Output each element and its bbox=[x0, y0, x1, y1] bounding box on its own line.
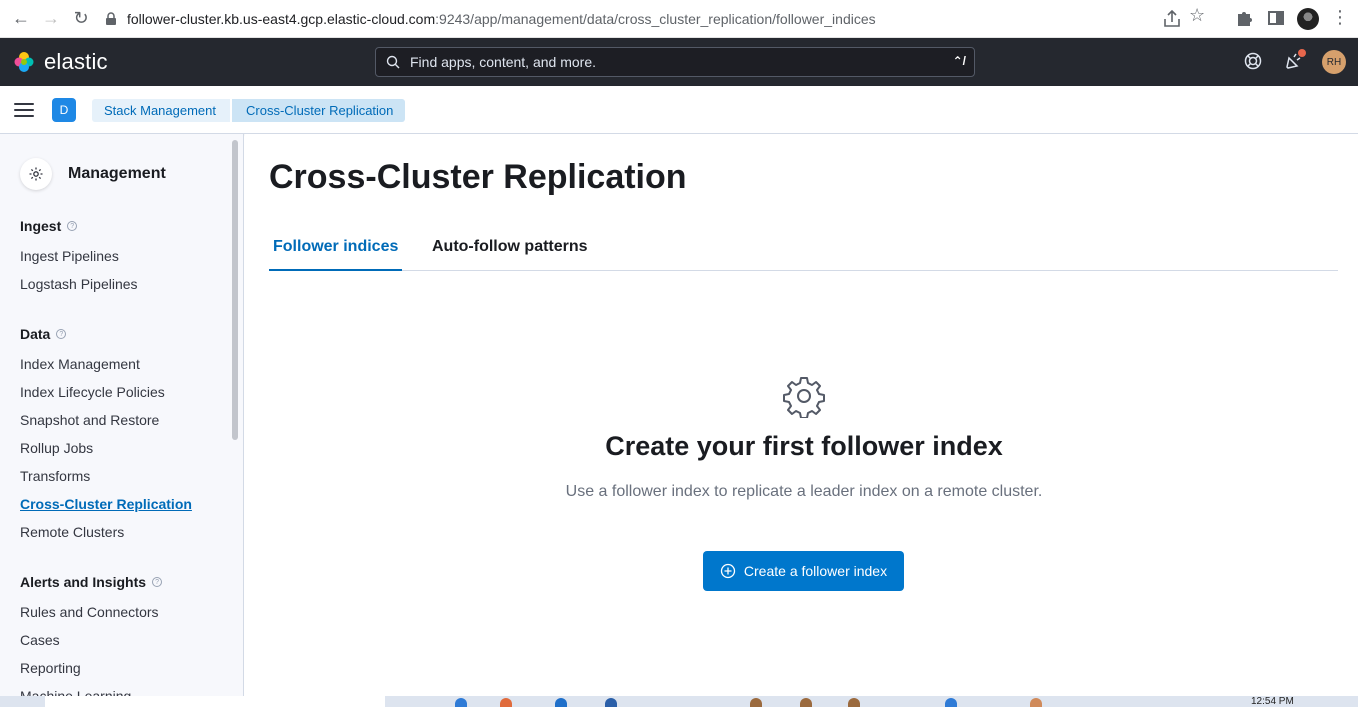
sidebar-item-remote-clusters[interactable]: Remote Clusters bbox=[20, 524, 124, 540]
share-icon[interactable] bbox=[1160, 7, 1184, 31]
taskbar-app-icon[interactable] bbox=[848, 698, 860, 707]
tab-bar: Follower indices Auto-follow patterns bbox=[269, 230, 1338, 271]
taskbar-clock: 12:54 PM bbox=[1251, 696, 1294, 707]
menu-toggle-icon[interactable] bbox=[14, 100, 34, 120]
top-header: elastic ⌃/ RH bbox=[0, 38, 1358, 86]
sidebar-item-index-lifecycle-policies[interactable]: Index Lifecycle Policies bbox=[20, 384, 165, 400]
question-icon: ? bbox=[67, 221, 78, 231]
section-title-data: Data bbox=[20, 326, 51, 342]
bookmark-star-icon[interactable]: ☆ bbox=[1189, 5, 1205, 26]
taskbar-app-icon[interactable] bbox=[455, 698, 467, 707]
forward-icon[interactable]: → bbox=[36, 4, 66, 34]
taskbar-app-icon[interactable] bbox=[1030, 698, 1042, 707]
taskbar-app-icon[interactable] bbox=[800, 698, 812, 707]
search-input[interactable] bbox=[410, 54, 930, 70]
elastic-logo[interactable]: elastic bbox=[12, 49, 108, 75]
tab-auto-follow-patterns[interactable]: Auto-follow patterns bbox=[428, 238, 592, 270]
section-title-alerts: Alerts and Insights bbox=[20, 574, 147, 590]
logo-text: elastic bbox=[44, 49, 108, 74]
extensions-icon[interactable] bbox=[1233, 7, 1255, 29]
plus-in-circle-icon bbox=[720, 563, 736, 579]
sidebar-item-cases[interactable]: Cases bbox=[20, 632, 60, 648]
sidebar-item-rules-and-connectors[interactable]: Rules and Connectors bbox=[20, 604, 159, 620]
gear-icon bbox=[20, 158, 52, 190]
sidebar-header: Management bbox=[20, 158, 166, 190]
sidebar-item-snapshot-and-restore[interactable]: Snapshot and Restore bbox=[20, 412, 159, 428]
browser-menu-icon[interactable]: ⋮ bbox=[1330, 7, 1350, 28]
address-bar[interactable]: follower-cluster.kb.us-east4.gcp.elastic… bbox=[104, 5, 1226, 33]
browser-toolbar: ← → ↻ follower-cluster.kb.us-east4.gcp.e… bbox=[0, 0, 1358, 38]
space-selector[interactable]: D bbox=[52, 98, 76, 122]
taskbar-app-icon[interactable] bbox=[750, 698, 762, 707]
breadcrumb-stack-management[interactable]: Stack Management bbox=[92, 99, 231, 122]
create-follower-index-button[interactable]: Create a follower index bbox=[703, 551, 904, 591]
reload-icon[interactable]: ↻ bbox=[66, 4, 96, 34]
section-data: Data? bbox=[20, 326, 67, 342]
taskbar-app-icon[interactable] bbox=[500, 698, 512, 707]
section-alerts-and-insights: Alerts and Insights? bbox=[20, 574, 163, 590]
browser-profile-avatar[interactable] bbox=[1297, 8, 1319, 30]
sidebar-scrollbar[interactable] bbox=[232, 140, 238, 440]
back-icon[interactable]: ← bbox=[6, 4, 36, 34]
sidebar-item-ingest-pipelines[interactable]: Ingest Pipelines bbox=[20, 248, 119, 264]
sidebar-item-rollup-jobs[interactable]: Rollup Jobs bbox=[20, 440, 93, 456]
taskbar-search[interactable] bbox=[45, 696, 385, 707]
question-icon: ? bbox=[56, 329, 67, 339]
sidebar-item-transforms[interactable]: Transforms bbox=[20, 468, 90, 484]
section-ingest: Ingest? bbox=[20, 218, 78, 234]
lock-icon bbox=[106, 12, 116, 25]
breadcrumb: Stack Management Cross-Cluster Replicati… bbox=[92, 99, 406, 122]
taskbar-app-icon[interactable] bbox=[945, 698, 957, 707]
main-content: Cross-Cluster Replication Follower indic… bbox=[245, 134, 1358, 707]
breadcrumb-bar: D Stack Management Cross-Cluster Replica… bbox=[0, 86, 1358, 134]
taskbar-app-icon[interactable] bbox=[605, 698, 617, 707]
tab-follower-indices[interactable]: Follower indices bbox=[269, 238, 403, 271]
help-icon[interactable] bbox=[1243, 51, 1263, 71]
sidebar-title: Management bbox=[68, 165, 166, 182]
sidebar-item-index-management[interactable]: Index Management bbox=[20, 356, 140, 372]
breadcrumb-current: Cross-Cluster Replication bbox=[232, 99, 406, 122]
empty-state-title: Create your first follower index bbox=[605, 431, 1003, 461]
global-search[interactable]: ⌃/ bbox=[375, 47, 975, 77]
url-host: follower-cluster.kb.us-east4.gcp.elastic… bbox=[127, 11, 436, 27]
sidebar-item-reporting[interactable]: Reporting bbox=[20, 660, 81, 676]
question-icon: ? bbox=[152, 577, 163, 587]
sidebar-item-cross-cluster-replication[interactable]: Cross-Cluster Replication bbox=[20, 496, 192, 512]
os-taskbar: 12:54 PM bbox=[0, 696, 1358, 707]
user-avatar[interactable]: RH bbox=[1322, 50, 1346, 74]
taskbar-app-icon[interactable] bbox=[555, 698, 567, 707]
gear-icon bbox=[783, 377, 825, 418]
create-follower-index-label: Create a follower index bbox=[743, 563, 888, 579]
empty-state-description: Use a follower index to replicate a lead… bbox=[565, 483, 1043, 500]
search-shortcut-hint: ⌃/ bbox=[952, 54, 966, 68]
section-title-ingest: Ingest bbox=[20, 218, 62, 234]
url-path: :9243/app/management/data/cross_cluster_… bbox=[435, 11, 876, 27]
page-title: Cross-Cluster Replication bbox=[269, 158, 687, 196]
side-panel-icon[interactable] bbox=[1265, 7, 1287, 29]
search-icon bbox=[386, 55, 400, 69]
management-sidebar: Management Ingest? Ingest Pipelines Logs… bbox=[0, 134, 244, 707]
newsfeed-badge bbox=[1298, 49, 1306, 57]
elastic-logo-icon bbox=[14, 52, 34, 72]
sidebar-item-logstash-pipelines[interactable]: Logstash Pipelines bbox=[20, 276, 138, 292]
